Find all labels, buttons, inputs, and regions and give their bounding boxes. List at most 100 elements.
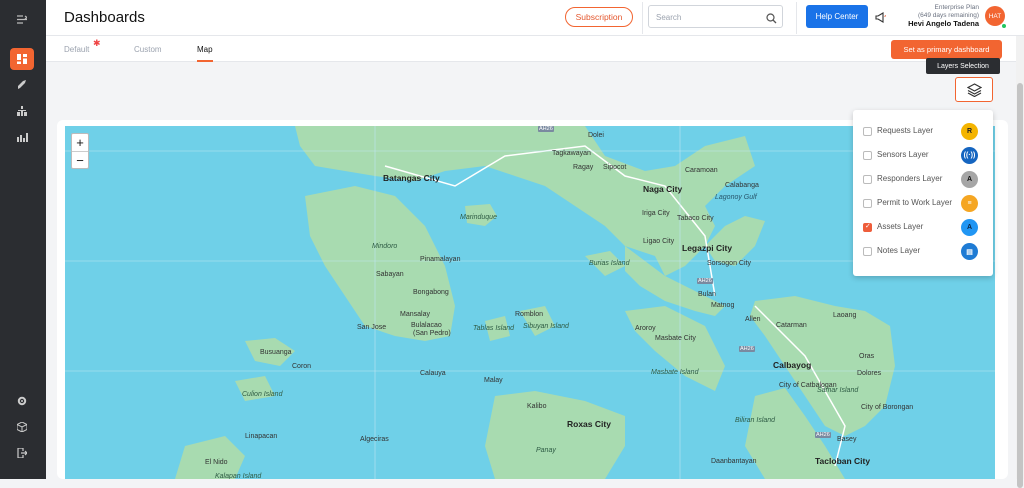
layers-panel: Requests Layer R Sensors Layer ((·)) Res… bbox=[853, 110, 993, 276]
dashboard-tabs: Default ✱ Custom Map Set as primary dash… bbox=[46, 36, 1024, 62]
zoom-control: + − bbox=[71, 133, 89, 169]
layers-tooltip: Layers Selection bbox=[926, 58, 1000, 74]
map-label: Marinduque bbox=[460, 214, 497, 221]
map-label: Ligao City bbox=[643, 238, 675, 245]
map-label: Masbate Island bbox=[651, 369, 699, 376]
zoom-in-button[interactable]: + bbox=[72, 134, 88, 151]
plan-name: Enterprise Plan bbox=[934, 4, 979, 11]
search-input[interactable]: Search bbox=[648, 5, 783, 28]
map-label: Batangas City bbox=[383, 173, 440, 183]
cube-icon bbox=[17, 422, 27, 432]
collapse-menu-icon[interactable] bbox=[10, 8, 34, 30]
online-status-dot bbox=[1001, 23, 1007, 29]
search-icon[interactable] bbox=[766, 11, 777, 29]
map-label: Kalibo bbox=[527, 403, 547, 410]
unsaved-indicator-icon: ✱ bbox=[93, 38, 101, 48]
layer-checkbox[interactable] bbox=[863, 151, 872, 160]
search-placeholder: Search bbox=[656, 13, 682, 22]
map-label: Tablas Island bbox=[473, 325, 514, 332]
layer-checkbox[interactable] bbox=[863, 127, 872, 136]
sidebar-item-logout[interactable] bbox=[10, 442, 34, 464]
layer-sensors[interactable]: Sensors Layer ((·)) bbox=[863, 147, 983, 164]
tab-custom[interactable]: Custom bbox=[134, 45, 162, 54]
layer-checkbox[interactable] bbox=[863, 222, 872, 232]
help-center-button[interactable]: Help Center bbox=[806, 5, 868, 28]
layer-checkbox[interactable] bbox=[863, 247, 872, 256]
layer-responders[interactable]: Responders Layer A bbox=[863, 171, 983, 188]
layer-requests[interactable]: Requests Layer R bbox=[863, 123, 983, 140]
requests-layer-icon: R bbox=[961, 123, 978, 140]
map-label: Naga City bbox=[643, 184, 683, 194]
map-label: Aroroy bbox=[635, 325, 656, 332]
map-label: Catarman bbox=[776, 322, 807, 329]
map-label: Romblon bbox=[515, 311, 544, 318]
layers-icon bbox=[966, 82, 982, 97]
user-name: Hevi Angelo Tadena bbox=[908, 19, 979, 28]
map-label: San Jose bbox=[357, 324, 387, 331]
analytics-icon bbox=[16, 133, 28, 142]
map-label: Ragay bbox=[573, 164, 594, 171]
map-label: Caramoan bbox=[685, 167, 718, 174]
sidebar-item-settings[interactable] bbox=[10, 390, 34, 412]
map-label: Culion Island bbox=[242, 391, 283, 398]
map-label: Tagkawayan bbox=[552, 150, 591, 157]
layer-checkbox[interactable] bbox=[863, 199, 872, 208]
map-label: Sibuyan Island bbox=[523, 323, 569, 330]
map-label: Kalapan Island bbox=[215, 473, 262, 479]
scrollbar-thumb[interactable] bbox=[1017, 83, 1023, 488]
map-label: Laoang bbox=[833, 312, 857, 319]
layers-selection-button[interactable] bbox=[955, 77, 993, 102]
layer-label: Permit to Work Layer bbox=[877, 198, 952, 207]
zoom-out-button[interactable]: − bbox=[72, 152, 88, 169]
layer-assets[interactable]: Assets Layer A bbox=[863, 219, 983, 236]
notes-layer-icon: ▤ bbox=[961, 243, 978, 260]
map-label: Busuanga bbox=[260, 349, 292, 356]
logout-icon bbox=[17, 448, 27, 458]
layer-permit-to-work[interactable]: Permit to Work Layer ≡ bbox=[863, 195, 983, 212]
layer-notes[interactable]: Notes Layer ▤ bbox=[863, 243, 983, 260]
plan-info: Enterprise Plan (649 days remaining) Hev… bbox=[891, 4, 979, 28]
sidebar-item-cube[interactable] bbox=[10, 416, 34, 438]
map-label: Matnog bbox=[711, 302, 735, 309]
map-label: Panay bbox=[536, 447, 556, 454]
map-label: Sorsogon City bbox=[707, 260, 751, 267]
map-label: Pinamalayan bbox=[420, 256, 461, 263]
map-label: Tabaco City bbox=[677, 215, 714, 222]
map-label: Sabayan bbox=[376, 271, 404, 278]
sidebar-item-hierarchy[interactable] bbox=[10, 100, 34, 122]
layer-checkbox[interactable] bbox=[863, 175, 872, 184]
map-label: Calauya bbox=[420, 370, 446, 377]
tab-map[interactable]: Map bbox=[197, 45, 213, 54]
map-label: AH26 bbox=[739, 346, 755, 352]
tab-default[interactable]: Default bbox=[64, 45, 89, 54]
map-label: Dolores bbox=[857, 370, 882, 377]
layer-label: Responders Layer bbox=[877, 174, 943, 183]
map-label: El Nido bbox=[205, 459, 228, 466]
active-tab-indicator bbox=[197, 60, 213, 62]
layer-label: Requests Layer bbox=[877, 126, 934, 135]
map-label: Biliran Island bbox=[735, 417, 776, 424]
map-label: Mindoro bbox=[372, 243, 398, 250]
assets-layer-icon: A bbox=[961, 219, 978, 236]
announcement-icon[interactable] bbox=[875, 10, 887, 28]
sidebar-item-dashboard[interactable] bbox=[10, 48, 34, 70]
map-label: Bongabong bbox=[413, 289, 449, 296]
layer-label: Notes Layer bbox=[877, 246, 921, 255]
map-label: Legazpi City bbox=[682, 243, 733, 253]
layer-label: Assets Layer bbox=[877, 222, 924, 231]
map-label: AH26 bbox=[538, 126, 554, 132]
map-label: AH26 bbox=[815, 432, 831, 438]
sidebar-item-rocket[interactable] bbox=[10, 74, 34, 96]
responders-layer-icon: A bbox=[961, 171, 978, 188]
map-label: Sipocot bbox=[603, 164, 627, 171]
sidebar-item-analytics[interactable] bbox=[10, 126, 34, 148]
set-primary-dashboard-button[interactable]: Set as primary dashboard bbox=[891, 40, 1002, 59]
hierarchy-icon bbox=[17, 106, 27, 116]
map-label: (San Pedro) bbox=[413, 330, 451, 337]
map-label: Linapacan bbox=[245, 433, 278, 440]
divider bbox=[642, 2, 643, 34]
topbar: Dashboards Subscription Search Help Cent… bbox=[46, 0, 1024, 36]
page-scrollbar[interactable] bbox=[1016, 36, 1024, 488]
map-label: Bulan bbox=[698, 291, 716, 298]
subscription-button[interactable]: Subscription bbox=[565, 7, 633, 27]
